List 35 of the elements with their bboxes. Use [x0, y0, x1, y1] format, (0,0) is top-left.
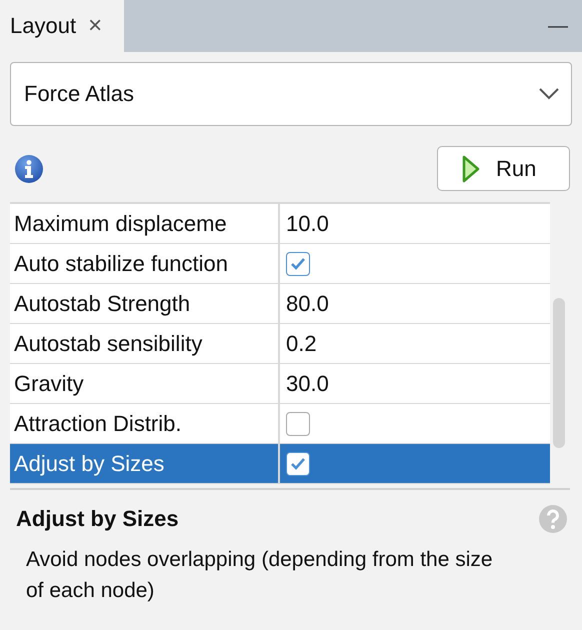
help-icon[interactable]	[538, 504, 568, 534]
checkbox[interactable]	[286, 412, 310, 436]
minimize-button[interactable]: —	[548, 14, 568, 38]
checkbox[interactable]	[286, 452, 310, 476]
tab-label[interactable]: Layout	[10, 13, 76, 39]
play-icon	[462, 154, 480, 182]
property-name: Autostab Strength	[13, 290, 192, 318]
info-icon[interactable]	[14, 154, 44, 184]
description-title: Adjust by Sizes	[16, 506, 179, 532]
property-name: Autostab sensibility	[13, 330, 204, 358]
scrollbar-thumb[interactable]	[553, 298, 565, 448]
property-name: Adjust by Sizes	[13, 450, 166, 478]
property-row[interactable]: Autostab Strength 80.0	[10, 284, 550, 324]
property-row[interactable]: Adjust by Sizes	[10, 444, 550, 484]
description-text: Avoid nodes overlapping (depending from the size of each node)	[26, 547, 494, 604]
chevron-down-icon	[539, 88, 559, 100]
property-value[interactable]: 0.2	[278, 324, 550, 363]
property-name: Attraction Distrib.	[13, 410, 182, 438]
property-row[interactable]: Maximum displaceme 10.0	[10, 204, 550, 244]
property-row[interactable]: Autostab sensibility 0.2	[10, 324, 550, 364]
algorithm-dropdown[interactable]: Force Atlas	[10, 62, 572, 126]
property-name: Auto stabilize function	[13, 250, 230, 278]
checkmark-icon	[290, 256, 306, 270]
layout-tab[interactable]: Layout ×	[0, 0, 124, 52]
property-name: Maximum displaceme	[13, 210, 228, 238]
run-button[interactable]: Run	[437, 146, 570, 191]
property-name: Gravity	[13, 370, 85, 398]
property-value[interactable]: 10.0	[278, 204, 550, 243]
property-row[interactable]: Gravity 30.0	[10, 364, 550, 404]
property-value[interactable]: 80.0	[278, 284, 550, 323]
close-button[interactable]: ×	[88, 12, 102, 40]
property-row[interactable]: Auto stabilize function	[10, 244, 550, 284]
property-value[interactable]: 30.0	[278, 364, 550, 403]
checkmark-icon	[290, 456, 306, 470]
checkbox[interactable]	[286, 252, 310, 276]
